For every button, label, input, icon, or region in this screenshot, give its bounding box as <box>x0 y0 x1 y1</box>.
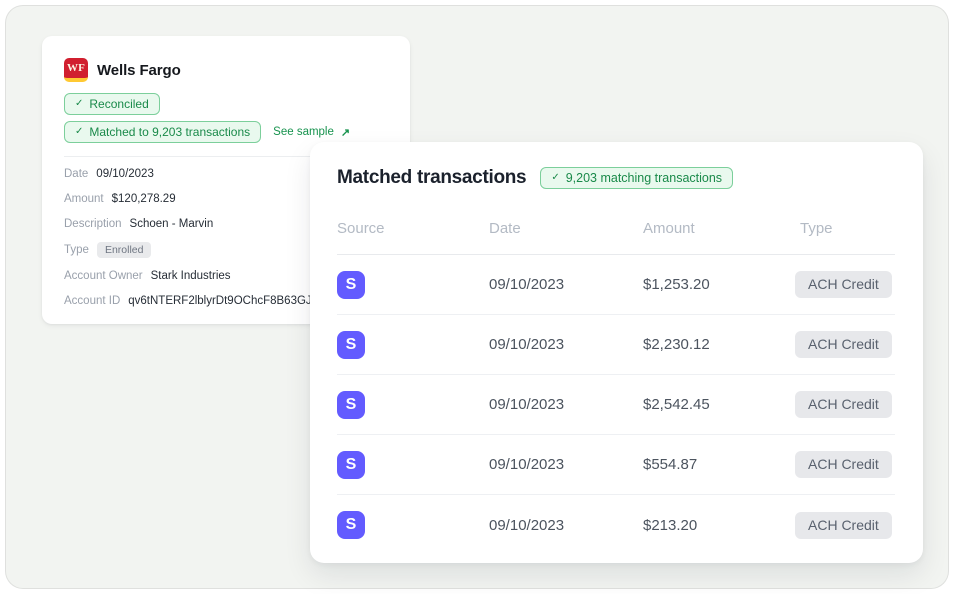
transaction-date: 09/10/2023 <box>489 456 643 473</box>
transaction-amount: $2,230.12 <box>643 336 795 353</box>
arrow-up-right-icon: ↗ <box>341 126 350 139</box>
source-icon-letter: S <box>346 456 357 474</box>
reconciled-badge-label: Reconciled <box>89 97 148 111</box>
wells-fargo-logo-icon: WF <box>64 58 88 82</box>
check-icon: ✓ <box>75 127 83 137</box>
transaction-type-badge: ACH Credit <box>795 391 892 418</box>
transaction-amount: $2,542.45 <box>643 396 795 413</box>
table-header: Source Date Amount Type <box>337 214 895 255</box>
reconciled-badge: ✓ Reconciled <box>64 93 160 115</box>
matching-count-label: 9,203 matching transactions <box>566 171 722 185</box>
detail-label: Amount <box>64 192 104 206</box>
transaction-amount: $213.20 <box>643 517 795 534</box>
column-header-source: Source <box>337 220 489 254</box>
matched-transactions-header: Matched transactions ✓ 9,203 matching tr… <box>337 165 895 191</box>
matched-badge-label: Matched to 9,203 transactions <box>89 125 250 139</box>
table-row: S 09/10/2023 $554.87 ACH Credit <box>337 435 895 495</box>
matching-count-badge: ✓ 9,203 matching transactions <box>540 167 733 189</box>
see-sample-link[interactable]: See sample ↗ <box>273 126 350 139</box>
detail-label: Account Owner <box>64 269 143 283</box>
table-row: S 09/10/2023 $2,542.45 ACH Credit <box>337 375 895 435</box>
check-icon: ✓ <box>75 99 83 109</box>
transaction-type-badge: ACH Credit <box>795 271 892 298</box>
detail-label: Account ID <box>64 294 120 308</box>
transaction-amount: $1,253.20 <box>643 276 795 293</box>
table-row: S 09/10/2023 $213.20 ACH Credit <box>337 495 895 555</box>
detail-label: Description <box>64 217 122 231</box>
transaction-date: 09/10/2023 <box>489 276 643 293</box>
detail-value: qv6tNTERF2lblyrDt9OChcF8B63GJUhXt <box>128 294 337 308</box>
page-title: Matched transactions <box>337 167 526 189</box>
detail-label: Type <box>64 243 89 257</box>
wells-fargo-logo-text: WF <box>67 62 85 74</box>
stripe-source-icon: S <box>337 271 365 299</box>
bank-name: Wells Fargo <box>97 62 181 79</box>
transaction-type-badge: ACH Credit <box>795 512 892 539</box>
transaction-date: 09/10/2023 <box>489 396 643 413</box>
matched-badge-row: ✓ Matched to 9,203 transactions See samp… <box>64 121 388 143</box>
check-icon: ✓ <box>551 173 559 183</box>
transaction-date: 09/10/2023 <box>489 336 643 353</box>
detail-value: $120,278.29 <box>112 192 176 206</box>
detail-value: Schoen - Marvin <box>130 217 214 231</box>
canvas-background: WF Wells Fargo ✓ Reconciled ✓ Matched to… <box>5 5 949 589</box>
bank-header: WF Wells Fargo <box>64 58 388 82</box>
enrolled-badge: Enrolled <box>97 242 152 258</box>
source-icon-letter: S <box>346 276 357 294</box>
source-icon-letter: S <box>346 336 357 354</box>
detail-label: Date <box>64 167 88 181</box>
transaction-type-badge: ACH Credit <box>795 331 892 358</box>
stripe-source-icon: S <box>337 451 365 479</box>
table-row: S 09/10/2023 $1,253.20 ACH Credit <box>337 255 895 315</box>
detail-value: 09/10/2023 <box>96 167 154 181</box>
stripe-source-icon: S <box>337 511 365 539</box>
matched-transactions-badge: ✓ Matched to 9,203 transactions <box>64 121 261 143</box>
column-header-date: Date <box>489 220 643 254</box>
column-header-amount: Amount <box>643 220 795 254</box>
matched-transactions-card: Matched transactions ✓ 9,203 matching tr… <box>310 142 923 563</box>
source-icon-letter: S <box>346 396 357 414</box>
table-row: S 09/10/2023 $2,230.12 ACH Credit <box>337 315 895 375</box>
detail-value: Stark Industries <box>151 269 231 283</box>
column-header-type: Type <box>795 220 895 254</box>
transaction-amount: $554.87 <box>643 456 795 473</box>
transaction-date: 09/10/2023 <box>489 517 643 534</box>
transaction-type-badge: ACH Credit <box>795 451 892 478</box>
see-sample-label: See sample <box>273 126 334 138</box>
source-icon-letter: S <box>346 516 357 534</box>
stripe-source-icon: S <box>337 331 365 359</box>
stripe-source-icon: S <box>337 391 365 419</box>
